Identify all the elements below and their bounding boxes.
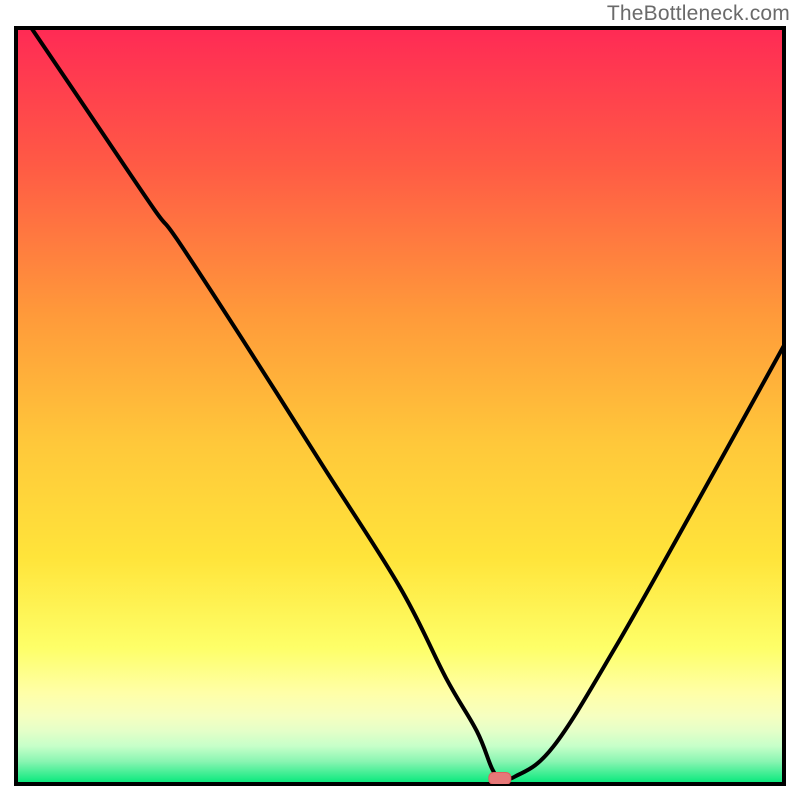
chart-stage: TheBottleneck.com bbox=[0, 0, 800, 800]
watermark-text: TheBottleneck.com bbox=[607, 2, 790, 26]
optimum-marker bbox=[489, 772, 511, 784]
chart-svg bbox=[0, 0, 800, 800]
plot-background bbox=[16, 28, 784, 784]
